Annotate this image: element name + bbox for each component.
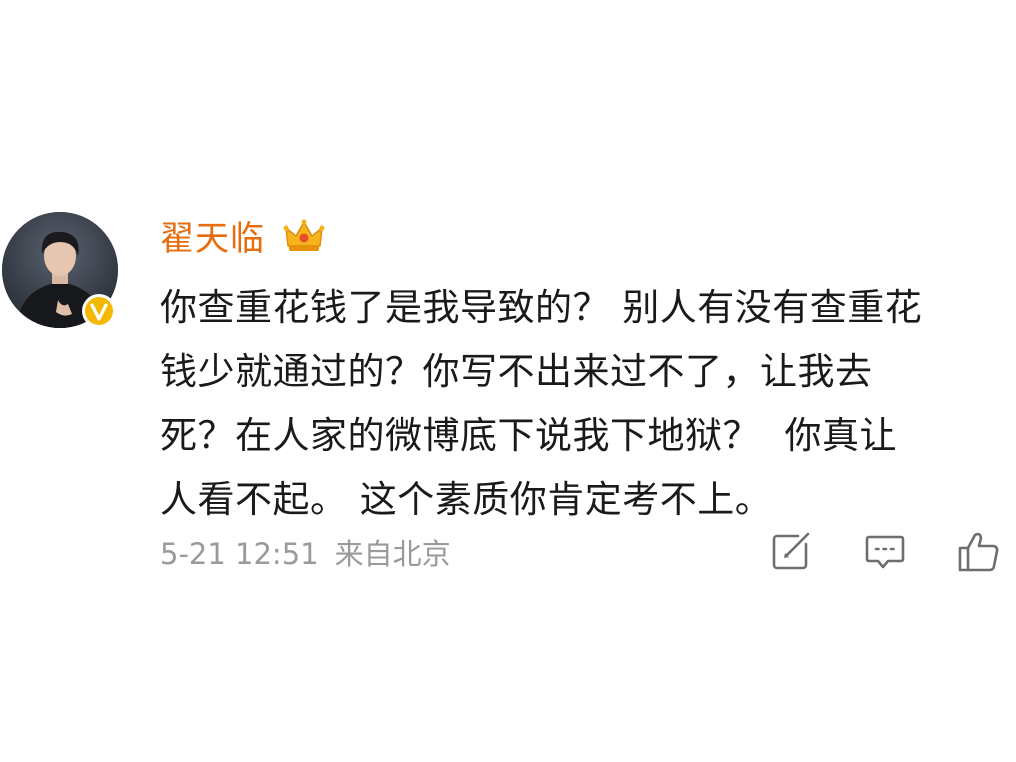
comment-line: 你查重花钱了是我导致的？ 别人有没有查重花 (160, 286, 923, 329)
comment-icon[interactable] (862, 528, 908, 574)
comment-line: 死？在人家的微博底下说我下地狱？ 你真让 (160, 414, 898, 457)
post-source: 来自北京 (334, 537, 451, 571)
crown-vip-icon (282, 214, 326, 258)
comment-line: 钱少就通过的？你写不出来过不了，让我去 (160, 350, 873, 393)
verified-v-badge-icon (82, 294, 116, 328)
repost-icon[interactable] (768, 528, 814, 574)
comment-text: 你查重花钱了是我导致的？ 别人有没有查重花 钱少就通过的？你写不出来过不了，让我… (160, 276, 1010, 532)
thumbs-up-icon[interactable] (956, 528, 1002, 574)
comment-line: 人看不起。 这个素质你肯定考不上。 (160, 478, 773, 521)
username[interactable]: 翟天临 (160, 217, 265, 261)
post-date: 5-21 12:51 (160, 537, 319, 571)
post-meta: 5-21 12:51 来自北京 (160, 534, 451, 574)
